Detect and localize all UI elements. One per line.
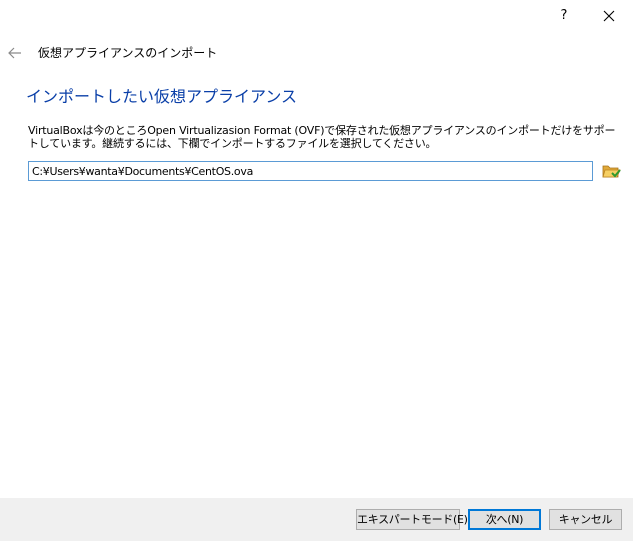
next-button[interactable]: 次へ(N) xyxy=(468,509,541,530)
close-button[interactable] xyxy=(598,5,620,27)
button-bar: エキスパートモード(E) 次へ(N) キャンセル xyxy=(0,498,633,541)
help-button[interactable]: ? xyxy=(556,6,572,26)
cancel-button[interactable]: キャンセル xyxy=(549,509,622,530)
description-text: VirtualBoxは今のところOpen Virtualizasion Form… xyxy=(28,124,616,150)
back-button[interactable] xyxy=(6,44,24,62)
folder-open-icon xyxy=(602,165,621,178)
file-path-input[interactable] xyxy=(28,161,593,181)
wizard-title: 仮想アプライアンスのインポート xyxy=(38,46,218,60)
title-bar: ? xyxy=(0,0,633,32)
page-heading: インポートしたい仮想アプライアンス xyxy=(26,87,298,106)
expert-mode-button[interactable]: エキスパートモード(E) xyxy=(356,509,468,530)
browse-file-button[interactable] xyxy=(600,161,622,181)
back-arrow-icon xyxy=(8,47,21,59)
close-icon xyxy=(603,10,615,22)
